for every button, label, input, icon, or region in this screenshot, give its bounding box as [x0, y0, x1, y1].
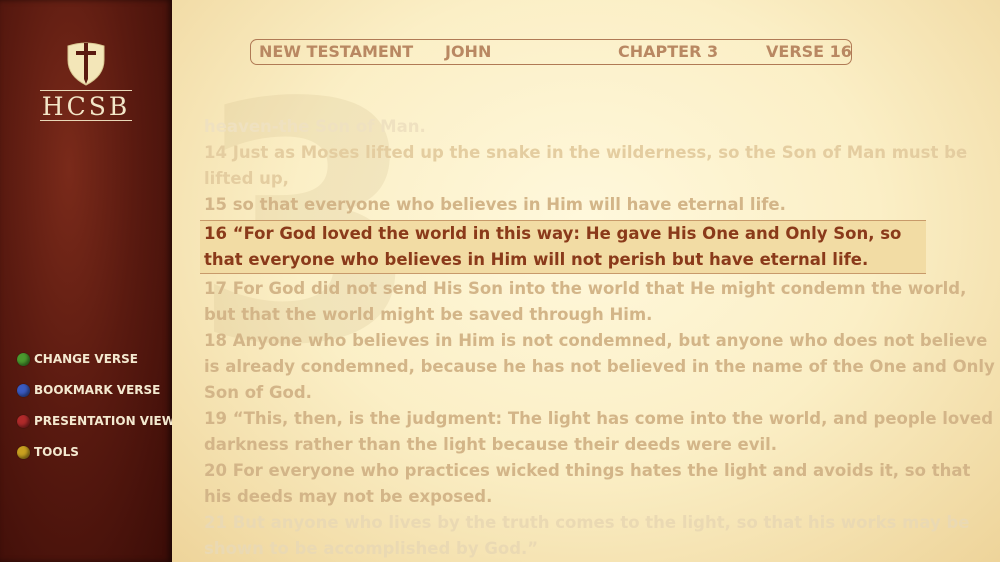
verse-number: 15	[204, 195, 227, 214]
verse-18[interactable]: 18 Anyone who believes in Him is not con…	[200, 328, 1000, 406]
verse-number: 18	[204, 331, 227, 350]
logo-divider-top	[40, 90, 132, 91]
verse-text: “This, then, is the judgment: The light …	[204, 409, 993, 454]
verse-list: heaven-the Son of Man. 14 Just as Moses …	[200, 114, 1000, 562]
verse-number: 16	[204, 224, 227, 243]
verse-15[interactable]: 15 so that everyone who believes in Him …	[200, 192, 1000, 218]
verse-number: 14	[204, 143, 227, 162]
reading-pane: 3 NEW TESTAMENT JOHN CHAPTER 3 VERSE 16 …	[172, 0, 1000, 562]
book-label[interactable]: JOHN	[445, 42, 491, 61]
verse-text: Just as Moses lifted up the snake in the…	[204, 143, 968, 188]
blue-dot-icon	[17, 383, 30, 397]
menu-label: TOOLS	[34, 445, 79, 459]
sidebar: HCSB CHANGE VERSE BOOKMARK VERSE PRESENT…	[0, 0, 175, 562]
yellow-dot-icon	[17, 445, 30, 459]
tools-button[interactable]: TOOLS	[17, 443, 79, 461]
app-logo-text: HCSB	[41, 92, 131, 121]
verse-text: For everyone who practices wicked things…	[204, 461, 971, 506]
verse-20[interactable]: 20 For everyone who practices wicked thi…	[200, 458, 1000, 510]
menu-label: CHANGE VERSE	[34, 352, 138, 366]
presentation-view-button[interactable]: PRESENTATION VIEW	[17, 412, 175, 430]
chapter-label[interactable]: CHAPTER 3	[618, 42, 718, 61]
verse-label[interactable]: VERSE 16	[766, 42, 852, 61]
shield-sword-icon	[67, 42, 105, 86]
verse-text: so that everyone who believes in Him wil…	[232, 195, 786, 214]
verse-21[interactable]: 21 But anyone who lives by the truth com…	[200, 510, 1000, 562]
navigation-bar: NEW TESTAMENT JOHN CHAPTER 3 VERSE 16	[250, 39, 852, 65]
verse-text: But anyone who lives by the truth comes …	[204, 513, 970, 558]
verse-text: “For God loved the world in this way: He…	[204, 224, 902, 269]
change-verse-button[interactable]: CHANGE VERSE	[17, 350, 138, 368]
verse-13-tail: heaven-the Son of Man.	[204, 117, 426, 136]
red-dot-icon	[17, 414, 30, 428]
testament-label[interactable]: NEW TESTAMENT	[259, 42, 413, 61]
bookmark-verse-button[interactable]: BOOKMARK VERSE	[17, 381, 160, 399]
verse-16-selected[interactable]: 16 “For God loved the world in this way:…	[200, 220, 926, 274]
verse-14[interactable]: 14 Just as Moses lifted up the snake in …	[200, 140, 1000, 192]
logo-divider-bottom	[40, 120, 132, 121]
verse-text: Anyone who believes in Him is not condem…	[204, 331, 995, 402]
verse-number: 21	[204, 513, 227, 532]
verse-number: 17	[204, 279, 227, 298]
verse-19[interactable]: 19 “This, then, is the judgment: The lig…	[200, 406, 1000, 458]
verse-number: 20	[204, 461, 227, 480]
green-dot-icon	[17, 352, 30, 366]
menu-label: BOOKMARK VERSE	[34, 383, 161, 397]
menu-label: PRESENTATION VIEW	[34, 414, 175, 428]
verse-text: For God did not send His Son into the wo…	[204, 279, 967, 324]
verse-17[interactable]: 17 For God did not send His Son into the…	[200, 276, 1000, 328]
verse-number: 19	[204, 409, 227, 428]
